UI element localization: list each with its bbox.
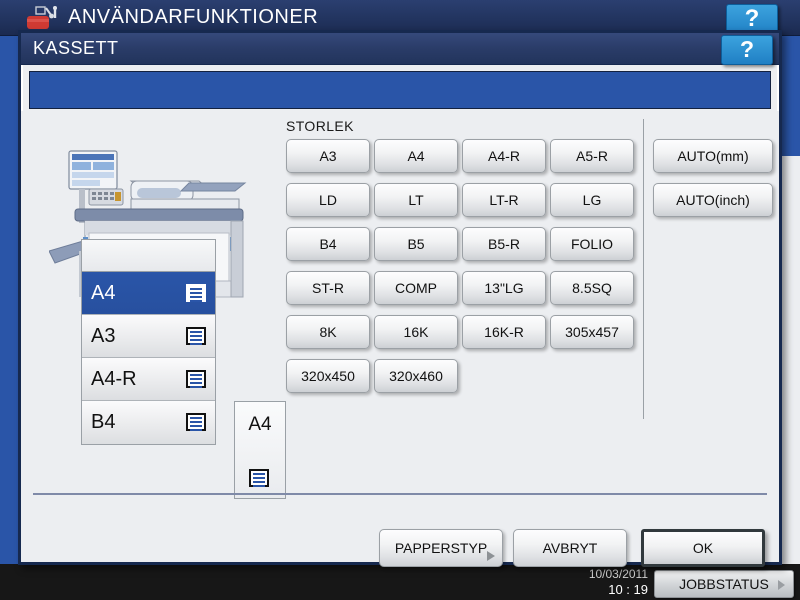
auto-button-column: AUTO(mm) AUTO(inch) (653, 139, 773, 217)
cancel-button[interactable]: AVBRYT (513, 529, 627, 567)
dialog-help-button[interactable]: ? (721, 35, 773, 65)
dialog-message-bar (29, 71, 771, 109)
toolbox-icon (27, 6, 57, 29)
paper-stack-icon (186, 327, 206, 345)
cassette-dialog: KASSETT ? A4 A3 A4-R B4 A4 STORLEK A3 A4… (18, 30, 782, 567)
time-text: 10 : 19 (608, 582, 648, 597)
dialog-titlebar: KASSETT ? (21, 33, 779, 65)
footer-divider (33, 493, 767, 495)
size-button-b5[interactable]: B5 (374, 227, 458, 261)
cassette-row[interactable]: A4-R (82, 358, 215, 401)
cassette-label: A4-R (91, 368, 137, 390)
size-button-305x457[interactable]: 305x457 (550, 315, 634, 349)
cassette-row[interactable]: A3 (82, 315, 215, 358)
cassette-label: B4 (91, 411, 116, 433)
size-button-comp[interactable]: COMP (374, 271, 458, 305)
size-button-folio[interactable]: FOLIO (550, 227, 634, 261)
size-button-13lg[interactable]: 13"LG (462, 271, 546, 305)
triangle-right-icon (487, 551, 495, 561)
size-button-grid: A3 A4 A4-R A5-R LD LT LT-R LG B4 B5 B5-R… (286, 139, 636, 393)
papertype-label: PAPPERSTYP (394, 540, 488, 556)
ok-button[interactable]: OK (641, 529, 765, 567)
paper-stack-icon (186, 284, 206, 302)
bypass-tray[interactable]: A4 (234, 401, 286, 499)
size-button-lg[interactable]: LG (550, 183, 634, 217)
auto-mm-button[interactable]: AUTO(mm) (653, 139, 773, 173)
size-button-16k[interactable]: 16K (374, 315, 458, 349)
triangle-right-icon (778, 580, 785, 590)
dialog-body: A4 A3 A4-R B4 A4 STORLEK A3 A4 A4-R A5-R… (21, 111, 779, 567)
auto-inch-button[interactable]: AUTO(inch) (653, 183, 773, 217)
cassette-label: A4 (91, 282, 116, 304)
size-button-lt[interactable]: LT (374, 183, 458, 217)
size-button-str[interactable]: ST-R (286, 271, 370, 305)
size-section-label: STORLEK (286, 118, 354, 134)
size-button-320x460[interactable]: 320x460 (374, 359, 458, 393)
size-button-b4[interactable]: B4 (286, 227, 370, 261)
size-button-a4r[interactable]: A4-R (462, 139, 546, 173)
size-button-85sq[interactable]: 8.5SQ (550, 271, 634, 305)
size-button-b5r[interactable]: B5-R (462, 227, 546, 261)
jobstatus-label: JOBBSTATUS (679, 576, 769, 592)
size-button-320x450[interactable]: 320x450 (286, 359, 370, 393)
cassette-row[interactable]: A4 (82, 272, 215, 315)
cassette-list: A4 A3 A4-R B4 (81, 271, 216, 445)
bypass-tray-label: A4 (248, 414, 272, 435)
footer-buttons: PAPPERSTYP AVBRYT OK (21, 529, 779, 573)
jobstatus-button[interactable]: JOBBSTATUS (654, 570, 794, 598)
size-button-16kr[interactable]: 16K-R (462, 315, 546, 349)
cassette-row[interactable]: B4 (82, 401, 215, 444)
page-title: ANVÄNDARFUNKTIONER (68, 6, 319, 28)
size-button-ltr[interactable]: LT-R (462, 183, 546, 217)
size-button-8k[interactable]: 8K (286, 315, 370, 349)
section-divider (643, 119, 644, 419)
dialog-title: KASSETT (33, 38, 119, 58)
paper-stack-icon (186, 370, 206, 388)
size-button-ld[interactable]: LD (286, 183, 370, 217)
size-button-a3[interactable]: A3 (286, 139, 370, 173)
cassette-list-top-stub (81, 239, 216, 271)
cassette-label: A3 (91, 325, 116, 347)
papertype-button[interactable]: PAPPERSTYP (379, 529, 503, 567)
paper-stack-icon (249, 469, 269, 487)
paper-stack-icon (186, 413, 206, 431)
size-button-a4[interactable]: A4 (374, 139, 458, 173)
size-button-a5r[interactable]: A5-R (550, 139, 634, 173)
